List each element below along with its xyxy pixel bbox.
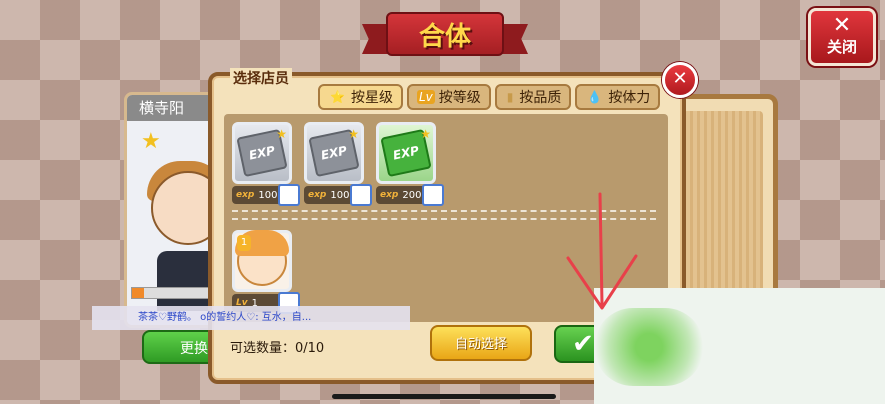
star-icon: ★ <box>348 127 359 141</box>
item-tile: 1 <box>232 230 292 292</box>
item-value: 100 <box>258 189 278 201</box>
tab-label: 按等级 <box>438 90 481 106</box>
item-character[interactable]: 1 Lv 1 <box>232 230 300 314</box>
dialog-title: 选择店员 <box>230 68 292 88</box>
item-checkbox[interactable] <box>350 184 372 206</box>
close-button[interactable]: ✕ 关闭 <box>808 8 876 66</box>
page-title: 合体 <box>418 21 471 52</box>
dialog-close-button[interactable]: ✕ <box>662 62 698 98</box>
water-drop-icon: 💧 <box>587 90 603 104</box>
tab-label: 按品质 <box>519 90 562 106</box>
home-indicator[interactable] <box>332 394 556 399</box>
star-icon: ★ <box>276 127 287 141</box>
exp-icon: exp <box>236 190 255 200</box>
item-exp-book[interactable]: EXP ★ exp 100 <box>232 122 300 206</box>
item-caption: exp 200 <box>376 184 444 206</box>
item-tile: EXP ★ <box>376 122 436 184</box>
blurred-glow <box>594 308 704 386</box>
item-caption: exp 100 <box>232 184 300 206</box>
rank-badge: 1 <box>237 235 251 251</box>
tab-sort-star[interactable]: ⭐ 按星级 <box>318 84 403 110</box>
star-icon: ★ <box>420 127 431 141</box>
auto-select-button[interactable]: 自动选择 <box>430 325 532 361</box>
item-checkbox[interactable] <box>278 184 300 206</box>
annotation-arrow-icon <box>566 192 638 310</box>
item-tile: EXP ★ <box>304 122 364 184</box>
item-tile: EXP ★ <box>232 122 292 184</box>
exp-icon: exp <box>380 190 399 200</box>
sort-tabs: ⭐ 按星级 Lv 按等级 ▮ 按品质 💧 按体力 <box>318 84 661 110</box>
check-icon: ✔ <box>572 329 594 359</box>
close-icon: ✕ <box>832 13 852 38</box>
close-icon: ✕ <box>672 68 688 89</box>
level-progress-fill <box>132 288 145 298</box>
tab-sort-level[interactable]: Lv 按等级 <box>406 84 491 110</box>
title-ribbon: 合体 <box>362 8 528 60</box>
tab-label: 按星级 <box>350 90 393 106</box>
exp-icon: exp <box>308 190 327 200</box>
star-icon: ⭐ <box>330 90 345 104</box>
item-value: 200 <box>402 189 422 201</box>
item-checkbox[interactable] <box>422 184 444 206</box>
title-band: 合体 <box>386 12 504 56</box>
tab-sort-quality[interactable]: ▮ 按品质 <box>494 84 572 110</box>
item-value: 100 <box>330 189 350 201</box>
star-icon: ★ <box>141 129 161 154</box>
quality-icon: ▮ <box>506 90 514 104</box>
selectable-count: 可选数量：0/10 <box>230 341 325 356</box>
item-exp-book[interactable]: EXP ★ exp 100 <box>304 122 372 206</box>
tab-sort-stamina[interactable]: 💧 按体力 <box>575 84 661 110</box>
item-exp-book[interactable]: EXP ★ exp 200 <box>376 122 444 206</box>
item-caption: exp 100 <box>304 184 372 206</box>
close-label: 关闭 <box>826 38 857 56</box>
level-icon: Lv <box>416 90 435 104</box>
chat-bar[interactable]: 茶茶♡野鹤。 o的誓约人♡: 互水，自... <box>92 306 410 330</box>
tab-label: 按体力 <box>608 90 651 106</box>
